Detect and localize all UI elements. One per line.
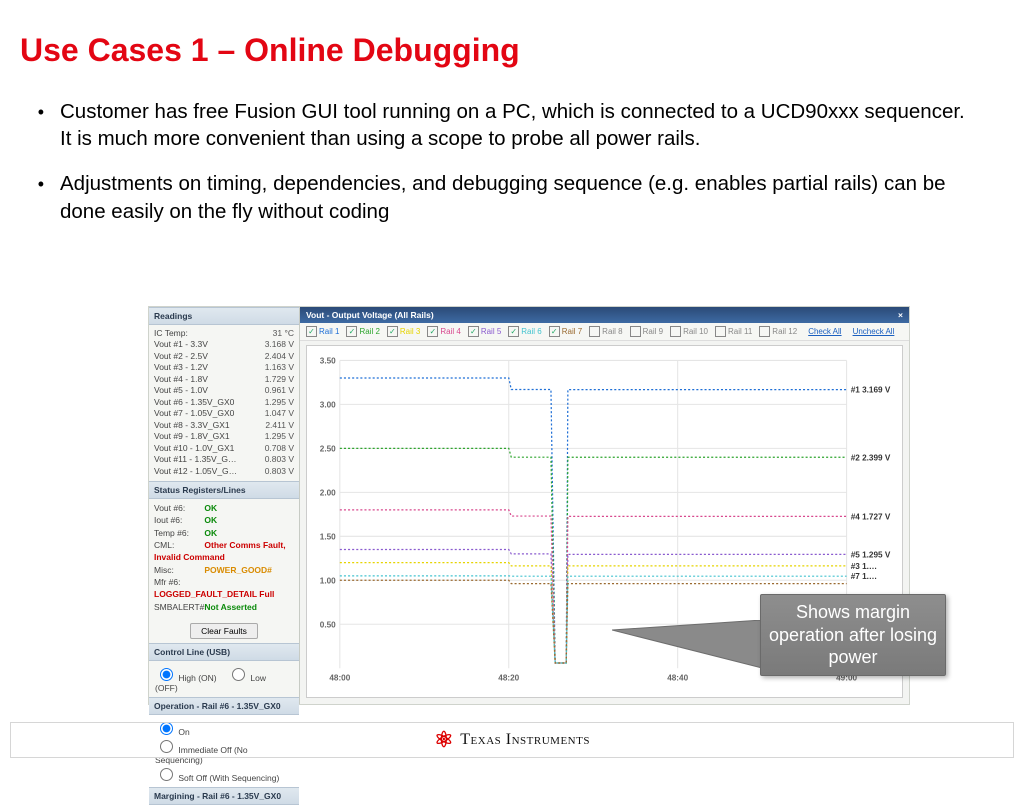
svg-text:2.50: 2.50 bbox=[320, 444, 336, 453]
rail-checkbox[interactable]: Rail 11 bbox=[715, 326, 752, 337]
sidebar: Readings IC Temp: 31 °C Vout #1 - 3.3V3.1… bbox=[149, 307, 299, 704]
clear-faults-button[interactable]: Clear Faults bbox=[190, 623, 258, 639]
control-panel-title: Control Line (USB) bbox=[149, 643, 299, 661]
rail-checkbox[interactable]: ✓Rail 4 bbox=[427, 326, 460, 337]
margining-panel-title: Margining - Rail #6 - 1.35V_GX0 bbox=[149, 787, 299, 805]
rail-checkbox[interactable]: ✓Rail 5 bbox=[468, 326, 501, 337]
slide-title: Use Cases 1 – Online Debugging bbox=[0, 0, 1024, 69]
callout-box: Shows margin operation after losing powe… bbox=[760, 594, 946, 676]
plot-title: Vout - Output Voltage (All Rails) bbox=[306, 310, 434, 320]
readings-panel: IC Temp:31 °C Vout #1 - 3.3V3.168 VVout … bbox=[149, 325, 299, 481]
svg-text:1.50: 1.50 bbox=[320, 532, 336, 541]
reading-row: Vout #11 - 1.35V_G…0.803 V bbox=[154, 454, 294, 465]
readings-panel-title: Readings bbox=[149, 307, 299, 325]
status-row: Iout #6: OK bbox=[154, 514, 294, 526]
rail-checkbox[interactable]: Rail 8 bbox=[589, 326, 622, 337]
ti-logo: ⚛ Texas Instruments bbox=[434, 729, 590, 751]
reading-row: Vout #1 - 3.3V3.168 V bbox=[154, 339, 294, 350]
ic-temp-label: IC Temp: bbox=[154, 328, 188, 339]
plot-header: Vout - Output Voltage (All Rails) × bbox=[300, 307, 909, 323]
status-row: Vout #6: OK bbox=[154, 502, 294, 514]
reading-row: Vout #3 - 1.2V1.163 V bbox=[154, 362, 294, 373]
ic-temp-value: 31 °C bbox=[273, 328, 294, 339]
rail-checkboxes: ✓Rail 1 ✓Rail 2 ✓Rail 3 ✓Rail 4 ✓Rail 5 ✓Rail… bbox=[300, 323, 909, 341]
rail-checkbox[interactable]: ✓Rail 1 bbox=[306, 326, 339, 337]
status-row: CML: Other Comms Fault, Invalid Command bbox=[154, 539, 294, 564]
svg-text:1.00: 1.00 bbox=[320, 576, 336, 585]
reading-row: Vout #8 - 3.3V_GX12.411 V bbox=[154, 420, 294, 431]
bullet-item: Customer has free Fusion GUI tool runnin… bbox=[54, 98, 972, 153]
reading-row: Vout #4 - 1.8V1.729 V bbox=[154, 374, 294, 385]
reading-row: Vout #2 - 2.5V2.404 V bbox=[154, 351, 294, 362]
operation-panel-title: Operation - Rail #6 - 1.35V_GX0 bbox=[149, 697, 299, 715]
uncheck-all-link[interactable]: Uncheck All bbox=[853, 327, 895, 336]
svg-text:#7 1.…: #7 1.… bbox=[851, 572, 877, 581]
control-panel: High (ON) Low (OFF) bbox=[149, 661, 299, 697]
footer: ⚛ Texas Instruments bbox=[10, 722, 1014, 758]
callout-text: Shows margin operation after losing powe… bbox=[761, 601, 945, 669]
svg-text:#1 3.169 V: #1 3.169 V bbox=[851, 386, 891, 395]
svg-text:#2 2.399 V: #2 2.399 V bbox=[851, 453, 891, 462]
rail-checkbox[interactable]: Rail 10 bbox=[670, 326, 708, 337]
status-row: Mfr #6: LOGGED_FAULT_DETAIL Full bbox=[154, 576, 294, 601]
rail-checkbox[interactable]: ✓Rail 7 bbox=[549, 326, 582, 337]
status-row: SMBALERT# Not Asserted bbox=[154, 601, 294, 613]
status-panel-title: Status Registers/Lines bbox=[149, 481, 299, 499]
svg-text:2.00: 2.00 bbox=[320, 488, 336, 497]
rail-checkbox[interactable]: ✓Rail 2 bbox=[346, 326, 379, 337]
rail-checkbox[interactable]: Rail 9 bbox=[630, 326, 663, 337]
rail-checkbox[interactable]: ✓Rail 6 bbox=[508, 326, 541, 337]
rail-checkbox[interactable]: ✓Rail 3 bbox=[387, 326, 420, 337]
bullet-list: Customer has free Fusion GUI tool runnin… bbox=[0, 90, 1024, 226]
svg-text:#3 1.…: #3 1.… bbox=[851, 562, 877, 571]
svg-text:#4 1.727 V: #4 1.727 V bbox=[851, 512, 891, 521]
svg-text:#5 1.295 V: #5 1.295 V bbox=[851, 550, 891, 559]
svg-text:3.50: 3.50 bbox=[320, 357, 336, 366]
op-soft-radio[interactable]: Soft Off (With Sequencing) bbox=[155, 773, 279, 783]
close-icon[interactable]: × bbox=[898, 310, 903, 320]
reading-row: Vout #7 - 1.05V_GX01.047 V bbox=[154, 408, 294, 419]
svg-text:48:20: 48:20 bbox=[498, 674, 519, 683]
reading-row: Vout #12 - 1.05V_G…0.803 V bbox=[154, 466, 294, 477]
svg-text:48:00: 48:00 bbox=[329, 674, 350, 683]
reading-row: Vout #10 - 1.0V_GX10.708 V bbox=[154, 443, 294, 454]
status-row: Misc: POWER_GOOD# bbox=[154, 564, 294, 576]
reading-row: Vout #5 - 1.0V0.961 V bbox=[154, 385, 294, 396]
svg-text:3.00: 3.00 bbox=[320, 400, 336, 409]
check-all-link[interactable]: Check All bbox=[808, 327, 841, 336]
slide: Use Cases 1 – Online Debugging Customer … bbox=[0, 0, 1024, 768]
svg-text:0.50: 0.50 bbox=[320, 620, 336, 629]
status-row: Temp #6: OK bbox=[154, 527, 294, 539]
bullet-item: Adjustments on timing, dependencies, and… bbox=[54, 170, 972, 225]
control-high-radio[interactable]: High (ON) bbox=[155, 673, 217, 683]
rail-checkbox[interactable]: Rail 12 bbox=[759, 326, 797, 337]
reading-row: Vout #6 - 1.35V_GX01.295 V bbox=[154, 397, 294, 408]
ti-brand-text: Texas Instruments bbox=[460, 731, 590, 749]
reading-row: Vout #9 - 1.8V_GX11.295 V bbox=[154, 431, 294, 442]
ti-mark-icon: ⚛ bbox=[434, 729, 454, 751]
status-panel: Vout #6: OKIout #6: OKTemp #6: OKCML: Ot… bbox=[149, 499, 299, 619]
svg-text:48:40: 48:40 bbox=[667, 674, 688, 683]
